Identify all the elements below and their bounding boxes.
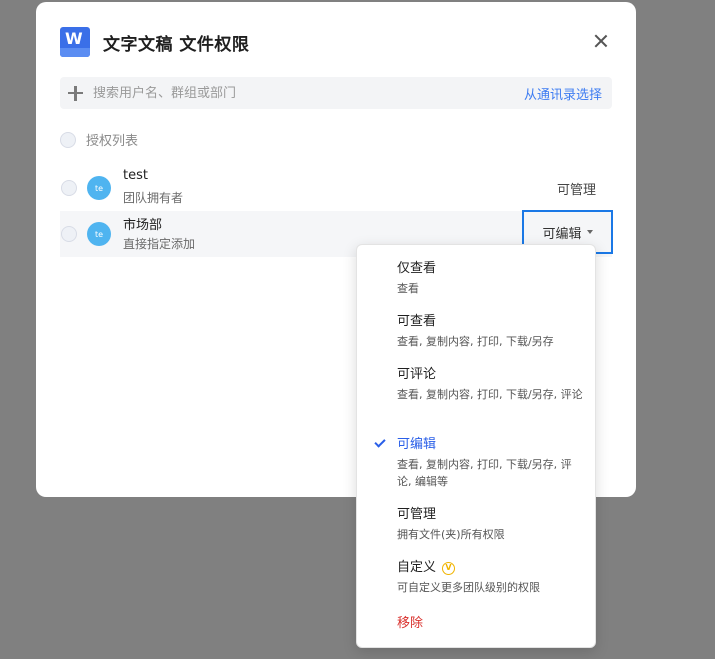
menu-item-desc: 查看: [397, 282, 419, 295]
select-from-contacts-link[interactable]: 从通讯录选择: [524, 84, 602, 103]
menu-item-desc: 查看, 复制内容, 打印, 下载/另存, 评论: [397, 388, 583, 401]
menu-item-label: 可编辑: [397, 437, 437, 452]
member-permission: 可管理: [556, 183, 596, 198]
member-checkbox[interactable]: [61, 226, 77, 242]
menu-item-label: 自定义: [397, 560, 437, 575]
search-bar: 从通讯录选择: [60, 77, 612, 109]
menu-item-can-edit[interactable]: 可编辑 查看, 复制内容, 打印, 下载/另存, 评论, 编辑等: [357, 436, 595, 490]
vip-crown-icon: V: [442, 561, 456, 575]
dialog-title: 文字文稿 文件权限: [103, 34, 250, 55]
select-all-checkbox[interactable]: [60, 131, 76, 148]
menu-item-can-comment[interactable]: 可评论 查看, 复制内容, 打印, 下载/另存, 评论: [357, 366, 595, 403]
app-icon-letter: W: [65, 29, 83, 48]
check-icon: [374, 436, 386, 448]
search-input[interactable]: [93, 85, 524, 101]
menu-item-label: 可管理: [397, 507, 437, 522]
menu-item-label: 可查看: [397, 314, 437, 329]
menu-item-desc: 可自定义更多团队级别的权限: [397, 581, 540, 594]
permission-menu: 仅查看 查看 可查看 查看, 复制内容, 打印, 下载/另存 可评论 查看, 复…: [356, 244, 596, 648]
avatar: te: [87, 222, 111, 246]
menu-item-label: 可评论: [397, 367, 437, 382]
menu-item-view-only[interactable]: 仅查看 查看: [357, 260, 595, 297]
permission-dropdown-value: 可编辑: [542, 226, 582, 242]
avatar: te: [87, 176, 111, 200]
menu-item-desc: 查看, 复制内容, 打印, 下载/另存, 评论, 编辑等: [397, 458, 572, 488]
menu-item-remove[interactable]: 移除: [357, 615, 595, 633]
plus-icon: [60, 77, 90, 109]
member-role: 团队拥有者: [123, 191, 184, 205]
caret-down-icon: [586, 230, 593, 234]
close-icon[interactable]: [592, 32, 610, 50]
list-header-label: 授权列表: [86, 134, 139, 149]
member-checkbox[interactable]: [61, 180, 77, 196]
menu-item-label: 仅查看: [397, 261, 437, 276]
member-row: te test 团队拥有者 可管理: [60, 165, 612, 211]
menu-item-can-manage[interactable]: 可管理 拥有文件(夹)所有权限: [357, 506, 595, 543]
remove-label: 移除: [397, 616, 424, 631]
word-document-icon: W: [60, 27, 90, 57]
member-name: test: [123, 168, 148, 183]
menu-item-desc: 查看, 复制内容, 打印, 下载/另存: [397, 335, 554, 348]
menu-item-label-row: 自定义 V: [397, 559, 585, 577]
menu-item-desc: 拥有文件(夹)所有权限: [397, 528, 505, 541]
member-name: 市场部: [123, 218, 163, 233]
list-header: 授权列表: [60, 130, 138, 149]
dialog-header: W 文字文稿 文件权限: [60, 27, 249, 57]
menu-item-can-view[interactable]: 可查看 查看, 复制内容, 打印, 下载/另存: [357, 313, 595, 350]
menu-item-custom[interactable]: 自定义 V 可自定义更多团队级别的权限: [357, 559, 595, 596]
member-role: 直接指定添加: [123, 237, 196, 251]
